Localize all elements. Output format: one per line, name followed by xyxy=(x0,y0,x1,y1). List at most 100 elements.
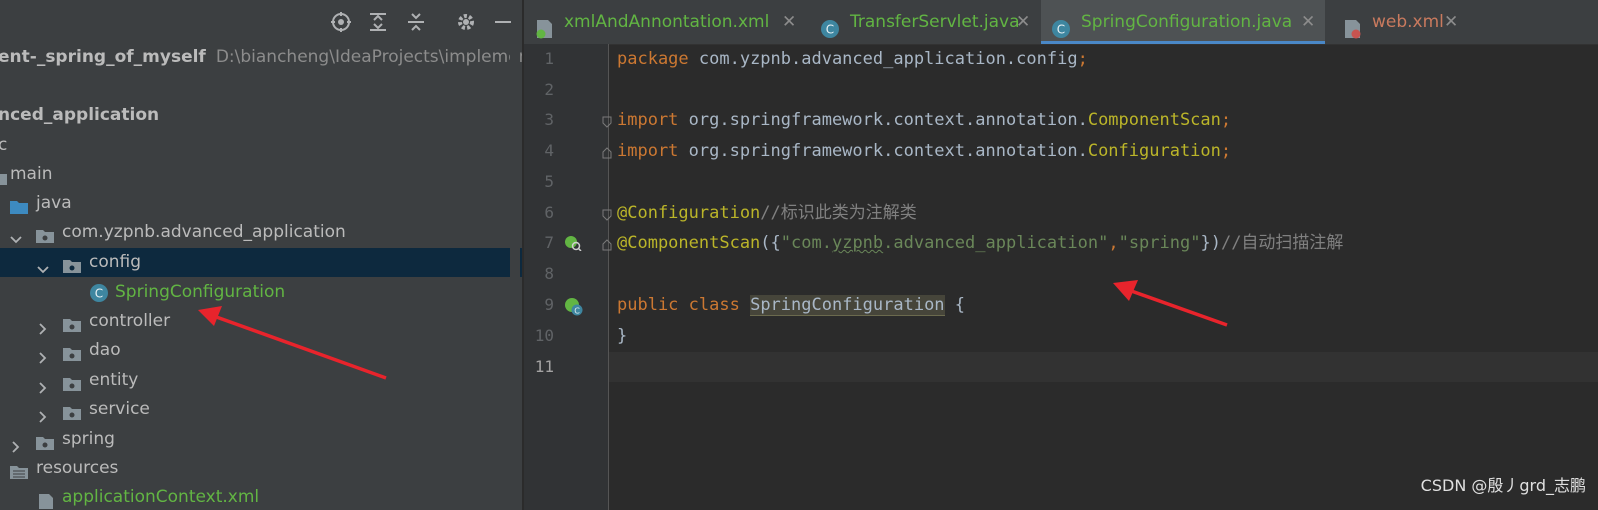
annotation-arrow-right xyxy=(1113,280,1228,327)
tree-item-package-root[interactable]: com.yzpnb.advanced_application xyxy=(0,218,522,247)
close-icon[interactable]: ✕ xyxy=(1301,0,1315,44)
line-number: 8 xyxy=(544,264,554,283)
line-number: 6 xyxy=(544,203,554,222)
annotation-arrow-left xyxy=(198,306,387,380)
minimize-icon[interactable] xyxy=(492,11,514,33)
xml-file-icon xyxy=(534,12,554,39)
package-icon xyxy=(62,402,82,420)
tree-item-label: config xyxy=(89,252,142,272)
code-line-9: public class SpringConfiguration { xyxy=(617,295,966,316)
expand-all-icon[interactable] xyxy=(367,11,389,33)
tree-item-config[interactable]: config xyxy=(0,248,522,277)
tree-item-label: spring xyxy=(62,429,115,449)
locate-icon[interactable] xyxy=(330,11,352,33)
code-line-6: @Configuration//标识此类为注解类 xyxy=(617,203,917,223)
line-number: 7 xyxy=(544,233,554,252)
tree-item-label: entity xyxy=(89,370,139,390)
svg-text:C: C xyxy=(1057,23,1065,37)
tree-item-resources[interactable]: resources xyxy=(0,454,522,483)
tab-label: SpringConfiguration.java xyxy=(1081,12,1293,32)
tab-transfer-servlet[interactable]: C TransferServlet.java ✕ xyxy=(810,0,1036,44)
tab-label: TransferServlet.java xyxy=(850,12,1020,32)
code-line-10: } xyxy=(617,326,628,346)
tree-item-application-context[interactable]: applicationContext.xml xyxy=(0,483,522,510)
csdn-watermark: CSDN @殷丿grd_志鹏 xyxy=(1420,476,1586,495)
close-icon[interactable]: ✕ xyxy=(1016,0,1030,44)
chevron-down-icon[interactable] xyxy=(10,227,22,244)
code-line-4: import org.springframework.context.annot… xyxy=(617,141,1232,161)
tree-item-label: com.yzpnb.advanced_application xyxy=(62,222,346,242)
class-icon: C xyxy=(820,12,840,38)
tab-web-xml[interactable]: web.xml ✕ xyxy=(1332,0,1472,44)
package-icon xyxy=(35,225,55,243)
tab-xml-and-annontation[interactable]: xmlAndAnnontation.xml ✕ xyxy=(524,0,800,44)
line-number: 5 xyxy=(544,172,554,191)
tree-item-label: dao xyxy=(89,340,121,360)
tab-label: web.xml xyxy=(1372,12,1444,32)
line-number: 10 xyxy=(534,326,554,345)
class-icon: C xyxy=(89,283,109,303)
line-number: 3 xyxy=(544,110,554,129)
svg-text:C: C xyxy=(95,287,103,301)
chevron-right-icon[interactable] xyxy=(37,404,49,423)
source-folder-icon xyxy=(9,196,29,214)
gear-icon[interactable] xyxy=(455,11,477,33)
tree-item-main[interactable]: main xyxy=(0,160,522,189)
package-icon xyxy=(62,314,82,332)
close-icon[interactable]: ✕ xyxy=(1444,0,1458,44)
tree-item-label: main xyxy=(10,164,53,184)
folder-icon xyxy=(0,167,8,185)
tree-item-label: applicationContext.xml xyxy=(62,487,260,507)
tree-item-label: resources xyxy=(36,458,119,478)
class-icon: C xyxy=(1051,12,1071,38)
tree-item-src[interactable]: c xyxy=(0,131,522,160)
project-scrollbar[interactable] xyxy=(510,44,520,504)
line-number: 11 xyxy=(534,357,554,376)
line-number: 4 xyxy=(544,141,554,160)
package-icon xyxy=(62,255,82,273)
tree-item-label: c xyxy=(0,135,8,155)
editor-gutter[interactable]: 1 2 3 4 5 6 7 8 9 10 11 C xyxy=(524,44,612,510)
code-line-7: @ComponentScan({"com.yzpnb.advanced_appl… xyxy=(617,233,1344,253)
tree-item-label: nced_application xyxy=(0,105,160,125)
chevron-right-icon[interactable] xyxy=(10,434,22,453)
code-line-11 xyxy=(609,352,1598,382)
line-number: 1 xyxy=(544,49,554,68)
project-root-row[interactable]: ent-_spring_of_myself D:\biancheng\IdeaPr… xyxy=(0,43,522,72)
line-number: 2 xyxy=(544,80,554,99)
svg-text:C: C xyxy=(574,307,580,316)
tree-item-label: java xyxy=(36,193,72,213)
package-icon xyxy=(35,432,55,450)
tab-label: xmlAndAnnontation.xml xyxy=(564,12,770,32)
tree-item-label: service xyxy=(89,399,150,419)
code-area[interactable]: package com.yzpnb.advanced_application.c… xyxy=(609,44,1598,510)
resources-folder-icon xyxy=(9,461,29,479)
tree-item-spring[interactable]: spring xyxy=(0,425,522,454)
xml-file-icon xyxy=(36,490,56,509)
chevron-right-icon[interactable] xyxy=(37,316,49,335)
close-icon[interactable]: ✕ xyxy=(782,0,796,44)
line-number: 9 xyxy=(544,295,554,314)
collapse-all-icon[interactable] xyxy=(405,11,427,33)
project-root-name: ent-_spring_of_myself xyxy=(0,47,206,67)
chevron-right-icon[interactable] xyxy=(37,375,49,394)
code-line-1: package com.yzpnb.advanced_application.c… xyxy=(617,49,1088,69)
package-icon xyxy=(62,343,82,361)
code-line-3: import org.springframework.context.annot… xyxy=(617,110,1232,130)
tree-item-module[interactable]: nced_application xyxy=(0,101,522,130)
chevron-right-icon[interactable] xyxy=(37,345,49,364)
chevron-down-icon[interactable] xyxy=(37,257,49,274)
project-toolbar xyxy=(0,0,522,44)
project-tool-window: ent-_spring_of_myself D:\biancheng\IdeaPr… xyxy=(0,0,522,510)
svg-text:C: C xyxy=(826,23,834,37)
project-root-path: D:\biancheng\IdeaProjects\implement xyxy=(215,47,522,67)
tree-item-java[interactable]: java xyxy=(0,189,522,218)
spring-bean-icon[interactable] xyxy=(564,235,582,255)
editor-pane: xmlAndAnnontation.xml ✕ C TransferServle… xyxy=(524,0,1598,510)
spring-config-icon[interactable]: C xyxy=(564,297,584,321)
tree-item-service[interactable]: service xyxy=(0,395,522,424)
editor-tab-bar: xmlAndAnnontation.xml ✕ C TransferServle… xyxy=(524,0,1598,45)
tree-item-label: controller xyxy=(89,311,171,331)
tab-spring-configuration[interactable]: C SpringConfiguration.java ✕ xyxy=(1041,0,1325,44)
xml-file-icon xyxy=(1342,12,1362,39)
